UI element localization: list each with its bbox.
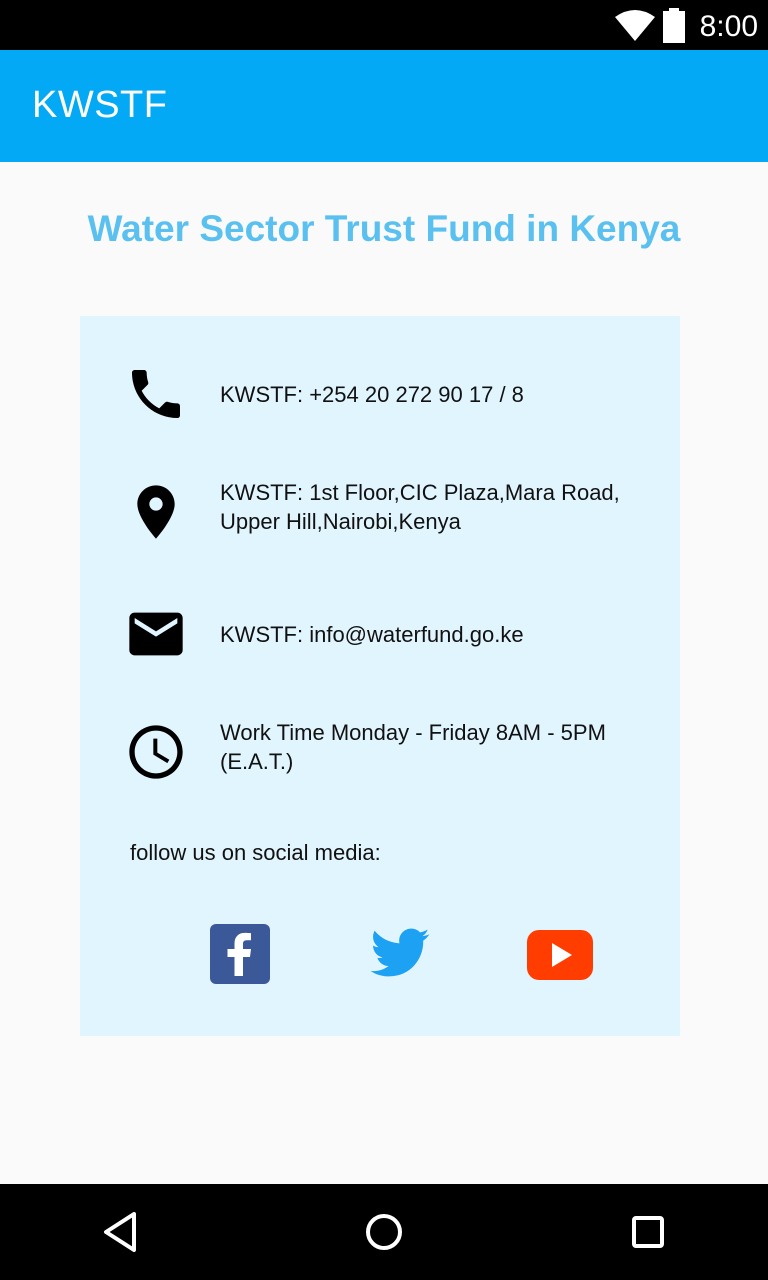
app-bar: KWSTF: [0, 50, 768, 162]
phone-text: KWSTF: +254 20 272 90 17 / 8: [220, 382, 524, 407]
home-button[interactable]: [360, 1208, 408, 1256]
location-pin-icon: [124, 480, 188, 544]
address-line-1: KWSTF: 1st Floor,CIC Plaza,Mara Road,: [220, 480, 620, 505]
navigation-bar: [0, 1184, 768, 1280]
status-bar: 8:00: [0, 0, 768, 50]
phone-icon: [124, 362, 188, 426]
email-text: KWSTF: info@waterfund.go.ke: [220, 622, 524, 647]
social-media-label: follow us on social media:: [130, 840, 381, 865]
youtube-icon: [526, 930, 594, 990]
status-time: 8:00: [699, 10, 758, 43]
twitter-icon: [368, 928, 432, 990]
contact-row-hours: Work Time Monday - Friday 8AM - 5PM (E.A…: [80, 718, 680, 798]
recents-button[interactable]: [624, 1208, 672, 1256]
address-line-2: Upper Hill,Nairobi,Kenya: [220, 509, 461, 534]
facebook-button[interactable]: [208, 922, 272, 986]
hours-line-2: (E.A.T.): [220, 749, 294, 774]
back-button[interactable]: [96, 1208, 144, 1256]
battery-icon: [662, 8, 686, 49]
clock-icon: [124, 720, 188, 784]
back-icon: [96, 1212, 144, 1260]
twitter-button[interactable]: [368, 922, 432, 986]
contact-row-email[interactable]: KWSTF: info@waterfund.go.ke: [80, 600, 680, 670]
app-title: KWSTF: [32, 84, 168, 126]
page-heading: Water Sector Trust Fund in Kenya: [87, 208, 681, 249]
recents-icon: [624, 1216, 672, 1260]
facebook-icon: [208, 924, 272, 990]
main-content: Water Sector Trust Fund in Kenya KWSTF: …: [0, 162, 768, 1184]
contact-row-address[interactable]: KWSTF: 1st Floor,CIC Plaza,Mara Road, Up…: [80, 478, 680, 558]
hours-line-1: Work Time Monday - Friday 8AM - 5PM: [220, 720, 606, 745]
wifi-icon: [614, 10, 656, 47]
youtube-button[interactable]: [526, 922, 593, 986]
home-icon: [360, 1214, 408, 1260]
hours-text: Work Time Monday - Friday 8AM - 5PM (E.A…: [220, 718, 660, 776]
address-text: KWSTF: 1st Floor,CIC Plaza,Mara Road, Up…: [220, 478, 660, 536]
contact-card: KWSTF: +254 20 272 90 17 / 8 KWSTF: 1st …: [80, 316, 680, 1036]
contact-row-phone[interactable]: KWSTF: +254 20 272 90 17 / 8: [80, 360, 680, 430]
email-icon: [124, 602, 188, 666]
